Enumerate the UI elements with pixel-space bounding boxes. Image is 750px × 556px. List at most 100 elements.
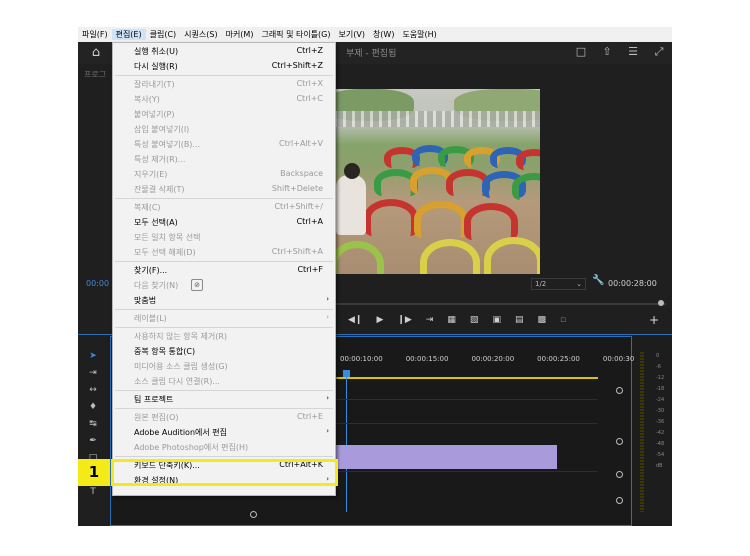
track-select-icon[interactable]: ⇥ (87, 367, 99, 379)
menu-item[interactable]: 팀 프로젝트 › (113, 392, 335, 407)
work-area-bar[interactable] (336, 377, 598, 379)
scroll-handle[interactable] (616, 438, 623, 445)
step-badge: 1 (78, 459, 110, 486)
scroll-handle[interactable] (250, 511, 257, 518)
track-separator (336, 423, 598, 424)
menu-separator (115, 261, 333, 262)
step-forward-icon[interactable]: ❙▶ (397, 315, 411, 325)
scroll-handle[interactable] (616, 387, 623, 394)
menu-item[interactable]: 사용하지 않는 항목 제거(R) (113, 329, 335, 344)
menubar-item[interactable]: 창(W) (369, 29, 399, 40)
scrub-handle[interactable] (658, 300, 664, 306)
fullscreen-icon[interactable]: ⤢ (652, 45, 666, 59)
wrench-icon[interactable]: 🔧 (592, 275, 604, 286)
menu-item[interactable]: 원본 편집(O) Ctrl+E (113, 410, 335, 425)
menu-item[interactable]: 중복 항목 통합(C) (113, 344, 335, 359)
meter-label: 0 (656, 353, 660, 359)
menubar-item[interactable]: 도움말(H) (398, 29, 440, 40)
type-icon[interactable]: T (87, 486, 99, 498)
menu-item[interactable]: 복사(Y) Ctrl+C (113, 92, 335, 107)
menu-item[interactable]: 맞춤법 › (113, 293, 335, 308)
menu-item[interactable]: 잔물결 삭제(T) Shift+Delete (113, 182, 335, 197)
share-icon[interactable]: ⇧ (600, 45, 614, 59)
menu-item[interactable]: 레이블(L) › (113, 311, 335, 326)
menu-item[interactable]: 찾기(F)... Ctrl+F (113, 263, 335, 278)
panel-menu-icon[interactable]: ☰ (626, 45, 640, 59)
scroll-handle[interactable] (616, 471, 623, 478)
menu-item-shortcut: Ctrl+Shift+A (271, 247, 323, 256)
insert-icon[interactable]: ▦ (447, 315, 456, 325)
menu-item[interactable]: 모든 일치 항목 선택 (113, 230, 335, 245)
proxy-icon[interactable]: ▩ (537, 315, 546, 325)
slip-icon[interactable]: ↹ (87, 418, 99, 430)
menubar-item[interactable]: 마커(M) (222, 29, 258, 40)
step-back-icon[interactable]: ◀❙ (348, 315, 362, 325)
ruler-tick-label: 00:00:15:00 (405, 355, 449, 363)
menu-item[interactable]: 붙여넣기(P) (113, 107, 335, 122)
timeline-ruler[interactable]: 00:00:10:00 00:00:15:00 00:00:20:00 00:00:2… (340, 355, 646, 363)
ripple-edit-icon[interactable]: ↔ (87, 384, 99, 396)
menu-item[interactable]: 지우기(E) Backspace (113, 167, 335, 182)
menu-item[interactable]: 소스 클립 다시 연결(R)... (113, 374, 335, 389)
selection-tool-icon[interactable]: ➤ (87, 350, 99, 362)
zoom-select[interactable]: 1/2 ⌄ (531, 278, 586, 290)
pen-icon[interactable]: ✒ (87, 435, 99, 447)
menu-item[interactable]: 다시 실행(R) Ctrl+Shift+Z (113, 59, 335, 74)
add-button-icon[interactable]: + (649, 313, 659, 327)
go-to-out-icon[interactable]: ⇥ (426, 315, 434, 325)
overwrite-icon[interactable]: ▧ (470, 315, 479, 325)
meter-label: -24 (656, 397, 665, 403)
menubar-item[interactable]: 시퀀스(S) (180, 29, 221, 40)
meter-label: -48 (656, 441, 665, 447)
menu-item-label: 잔물결 삭제(T) (134, 185, 185, 194)
menu-separator (115, 309, 333, 310)
menubar-item[interactable]: 그래픽 및 타이틀(G) (257, 29, 334, 40)
menubar-item[interactable]: 보기(V) (335, 29, 369, 40)
play-icon[interactable]: ▶ (376, 315, 383, 325)
menu-item[interactable]: Adobe Photoshop에서 편집(H) (113, 440, 335, 455)
vr-icon[interactable]: ▫ (560, 315, 566, 325)
home-icon[interactable]: ⌂ (88, 45, 104, 61)
ruler-tick-label: 00:00:10:00 (340, 355, 383, 363)
audio-meter-bar (640, 352, 644, 512)
tire (364, 199, 418, 236)
source-timecode[interactable]: 00:00 (86, 279, 109, 288)
menu-item[interactable]: 복제(C) Ctrl+Shift+/ (113, 200, 335, 215)
menu-item[interactable]: 특성 붙여넣기(B)... Ctrl+Alt+V (113, 137, 335, 152)
menu-item[interactable]: 다음 찾기(N) ⊘ (113, 278, 335, 293)
camera-icon[interactable]: ▣ (492, 315, 501, 325)
menu-item-label: 모두 선택 해제(D) (134, 248, 196, 257)
playhead[interactable] (346, 370, 347, 512)
tire (512, 173, 540, 200)
menu-item[interactable]: Adobe Audition에서 편집 › (113, 425, 335, 440)
scroll-handle[interactable] (616, 497, 623, 504)
track-separator (336, 471, 598, 472)
menu-item-label: 중복 항목 통합(C) (134, 347, 196, 356)
menu-item[interactable]: 실행 취소(U) Ctrl+Z (113, 44, 335, 59)
menu-item-shortcut: Ctrl+E (297, 412, 323, 421)
menu-item-label: 특성 제거(R)... (134, 155, 186, 164)
menu-item[interactable]: 모두 선택 해제(D) Ctrl+Shift+A (113, 245, 335, 260)
menu-item[interactable]: 잘라내기(T) Ctrl+X (113, 77, 335, 92)
menu-item-shortcut: Ctrl+Shift+Z (271, 61, 323, 70)
menu-item[interactable]: 모두 선택(A) Ctrl+A (113, 215, 335, 230)
menu-item[interactable]: 삽입 붙여넣기(I) (113, 122, 335, 137)
menu-item-label: 지우기(E) (134, 170, 168, 179)
menubar-item[interactable]: 편집(E) (111, 29, 146, 40)
menu-item[interactable]: 특성 제거(R)... (113, 152, 335, 167)
menu-item-label: 모두 선택(A) (134, 218, 178, 227)
program-scrubber[interactable] (336, 303, 666, 305)
menu-item-label: 찾기(F)... (134, 266, 168, 275)
menu-item[interactable]: 미디어용 소스 클립 생성(G) (113, 359, 335, 374)
quick-export-icon[interactable]: □ (574, 45, 588, 59)
menubar-item[interactable]: 클립(C) (146, 29, 181, 40)
audio-clip[interactable] (336, 445, 557, 469)
menu-item-shortcut: Ctrl+Alt+V (279, 139, 323, 148)
meter-label: -6 (656, 364, 661, 370)
menu-item-label: 팀 프로젝트 (134, 395, 174, 404)
menu-separator (115, 198, 333, 199)
razor-icon[interactable]: ♦ (87, 401, 99, 413)
top-right-icons: □ ⇧ ☰ ⤢ (574, 45, 666, 59)
menubar-item[interactable]: 파일(F) (78, 29, 112, 40)
compare-icon[interactable]: ▤ (515, 315, 524, 325)
